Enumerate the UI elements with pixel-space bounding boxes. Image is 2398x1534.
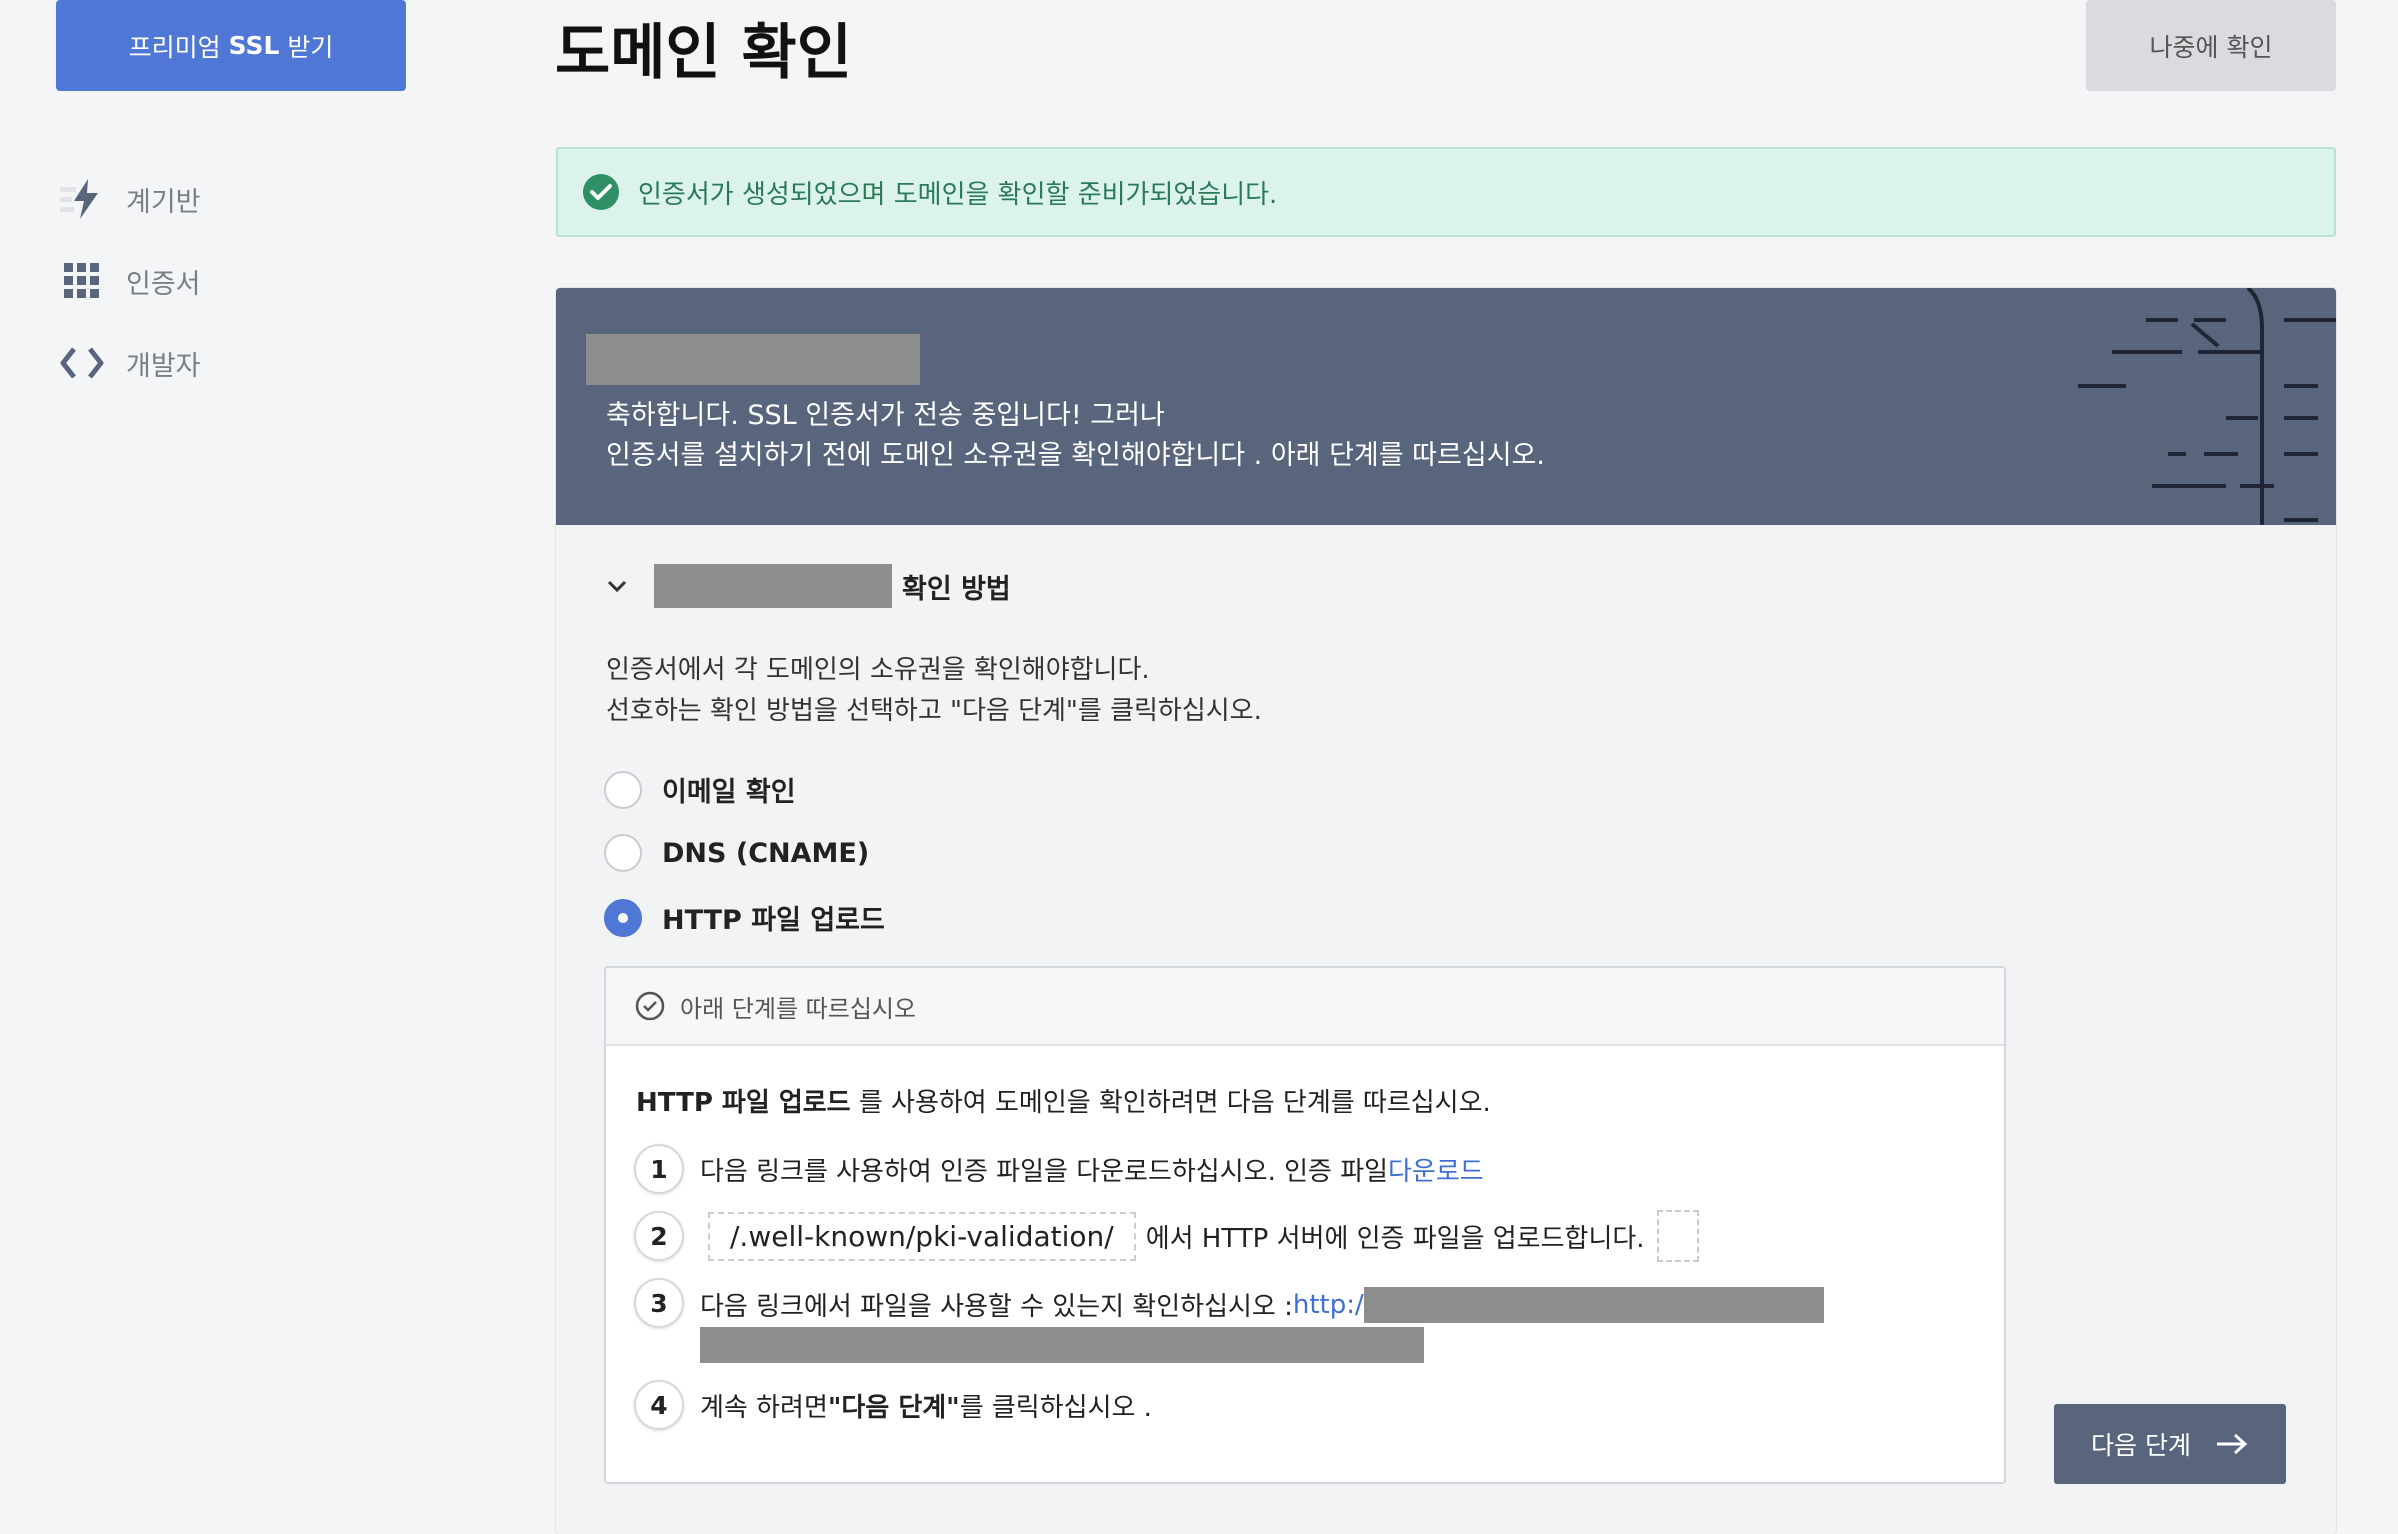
redacted-url [700,1327,1424,1363]
step-text: 다음 링크를 사용하여 인증 파일을 다운로드하십시오. 인증 파일 [700,1156,1389,1187]
premium-prefix: 프리미엄 [128,32,221,62]
step-2: 2 /.well-known/pki-validation/ 에서 HTTP 서… [634,1210,1699,1262]
radio-button[interactable] [604,770,642,809]
sidebar-item-label: 인증서 [126,268,201,300]
check-circle-icon [583,174,619,210]
sidebar-item-certificates[interactable]: 인증서 [58,240,201,322]
next-step-label: 다음 단계 [2091,1431,2191,1460]
radio-label: HTTP 파일 업로드 [662,905,885,936]
grid-icon [58,257,106,305]
arrow-right-icon [2216,1433,2248,1455]
step-4: 4 계속 하려면 "다음 단계" 를 클릭하십시오 . [634,1380,1152,1430]
chevron-down-icon[interactable] [602,571,632,601]
step-3: 3 다음 링크에서 파일을 사용할 수 있는지 확인하십시오 : http:/ [634,1278,1824,1370]
next-step-button[interactable]: 다음 단계 [2054,1404,2286,1484]
alert-text: 인증서가 생성되었으며 도메인을 확인할 준비가되었습니다. [638,179,1278,210]
verification-description: 인증서에서 각 도메인의 소유권을 확인해야합니다. 선호하는 확인 방법을 선… [606,650,1262,732]
steps-intro-bold: HTTP 파일 업로드 [636,1088,851,1118]
banner-message: 축하합니다. SSL 인증서가 전송 중입니다! 그러나 인증서를 설치하기 전… [606,396,1545,476]
step-number: 1 [634,1144,684,1194]
banner-line-1: 축하합니다. SSL 인증서가 전송 중입니다! 그러나 [606,400,1165,431]
copy-box[interactable] [1656,1210,1699,1262]
check-url-link[interactable]: http:/ [1293,1290,1364,1320]
bolt-icon [58,175,106,223]
sidebar-item-label: 계기반 [126,186,201,218]
radio-dns[interactable]: DNS (CNAME) [604,834,869,872]
premium-suffix: 받기 [287,32,334,62]
download-link[interactable]: 다운로드 [1388,1151,1484,1188]
success-alert: 인증서가 생성되었으며 도메인을 확인할 준비가되었습니다. [556,147,2336,237]
step-number: 3 [634,1278,684,1328]
congrats-banner: 축하합니다. SSL 인증서가 전송 중입니다! 그러나 인증서를 설치하기 전… [556,288,2336,525]
premium-ssl-button[interactable]: 프리미엄 SSL 받기 [56,0,406,91]
radio-label: DNS (CNAME) [662,837,870,869]
radio-button-selected[interactable] [604,898,642,937]
banner-decoration-icon [2078,288,2336,525]
premium-bold: SSL [228,31,280,60]
desc-line-2: 선호하는 확인 방법을 선택하고 "다음 단계"를 클릭하십시오. [606,696,1262,726]
step-number: 2 [634,1211,684,1261]
steps-intro-text: 를 사용하여 도메인을 확인하려면 다음 단계를 따르십시오. [850,1088,1491,1118]
step-text: 다음 링크에서 파일을 사용할 수 있는지 확인하십시오 : [700,1292,1293,1322]
banner-line-2: 인증서를 설치하기 전에 도메인 소유권을 확인해야합니다 . 아래 단계를 따… [606,440,1545,471]
step-text: 계속 하려면 [700,1392,828,1423]
step-bold: "다음 단계" [827,1392,960,1423]
sidebar-nav: 계기반 인증서 개발자 [58,158,201,404]
step-3-content: 다음 링크에서 파일을 사용할 수 있는지 확인하십시오 : http:/ [700,1278,1824,1370]
sidebar-item-label: 개발자 [126,350,201,382]
sidebar-item-dashboard[interactable]: 계기반 [58,158,201,240]
step-text: 를 클릭하십시오 . [959,1392,1152,1423]
steps-intro: HTTP 파일 업로드 를 사용하여 도메인을 확인하려면 다음 단계를 따르십… [636,1082,1491,1119]
verification-card: 축하합니다. SSL 인증서가 전송 중입니다! 그러나 인증서를 설치하기 전… [556,288,2336,1534]
steps-header-text: 아래 단계를 따르십시오 [680,994,917,1023]
redacted-domain [654,564,892,608]
step-text: 에서 HTTP 서버에 인증 파일을 업로드합니다. [1145,1223,1645,1254]
verify-later-button[interactable]: 나중에 확인 [2086,0,2336,91]
redacted-domain [586,334,920,385]
step-1: 1 다음 링크를 사용하여 인증 파일을 다운로드하십시오. 인증 파일 다운로… [634,1144,1484,1194]
check-circle-outline-icon [635,991,665,1021]
redacted-url [1363,1286,1824,1323]
verification-method-title: 확인 방법 [902,573,1011,605]
desc-line-1: 인증서에서 각 도메인의 소유권을 확인해야합니다. [606,655,1150,685]
sidebar-item-developer[interactable]: 개발자 [58,322,201,404]
radio-label: 이메일 확인 [662,777,796,808]
step-number: 4 [634,1380,684,1430]
radio-http[interactable]: HTTP 파일 업로드 [604,898,885,937]
code-icon [58,339,106,387]
steps-panel-header: 아래 단계를 따르십시오 [606,968,2004,1046]
steps-panel: 아래 단계를 따르십시오 HTTP 파일 업로드 를 사용하여 도메인을 확인하… [604,966,2006,1484]
verification-method-header: 확인 방법 [602,564,1011,608]
radio-email[interactable]: 이메일 확인 [604,770,796,809]
page-title: 도메인 확인 [555,18,852,88]
radio-button[interactable] [604,834,642,872]
validation-path: /.well-known/pki-validation/ [708,1211,1136,1261]
